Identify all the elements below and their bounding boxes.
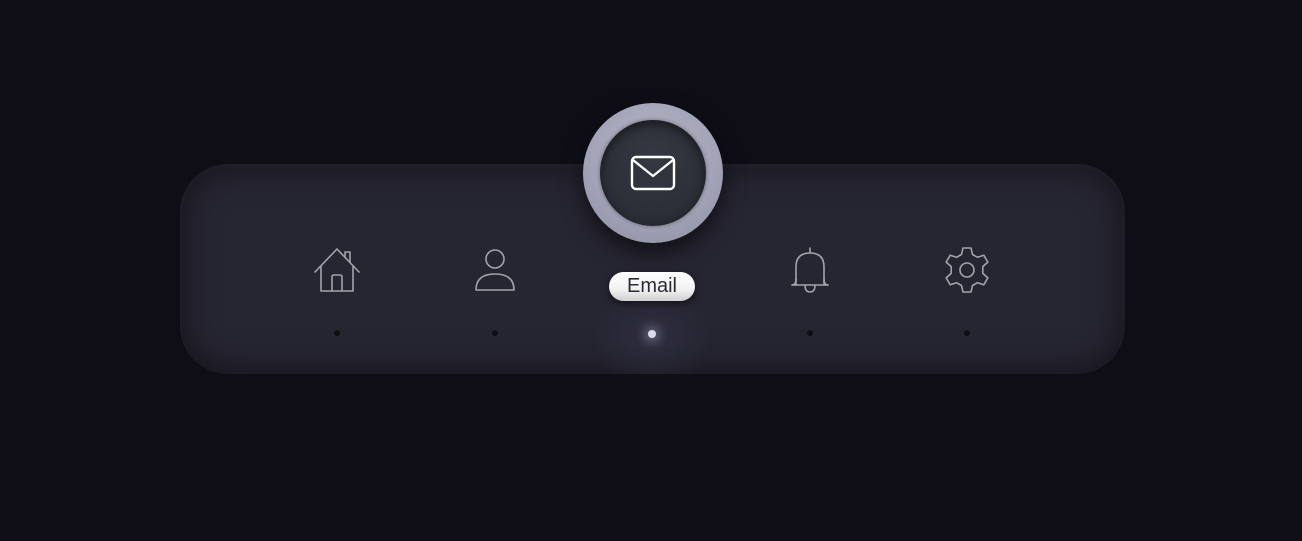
gear-icon — [942, 245, 992, 295]
email-tooltip: Email — [609, 272, 695, 301]
nav-item-settings[interactable] — [907, 164, 1027, 374]
nav-item-profile[interactable] — [435, 164, 555, 374]
home-icon — [312, 245, 362, 295]
bell-icon — [785, 245, 835, 295]
nav-indicator-dot — [964, 330, 970, 336]
nav-indicator-dot — [807, 330, 813, 336]
user-icon — [470, 245, 520, 295]
nav-item-home[interactable] — [277, 164, 397, 374]
nav-indicator-dot-active — [648, 330, 656, 338]
active-email-button-inner — [600, 120, 706, 226]
active-email-button[interactable] — [583, 103, 723, 243]
nav-indicator-dot — [334, 330, 340, 336]
nav-indicator-dot — [492, 330, 498, 336]
mail-icon — [630, 155, 676, 191]
nav-item-notifications[interactable] — [750, 164, 870, 374]
